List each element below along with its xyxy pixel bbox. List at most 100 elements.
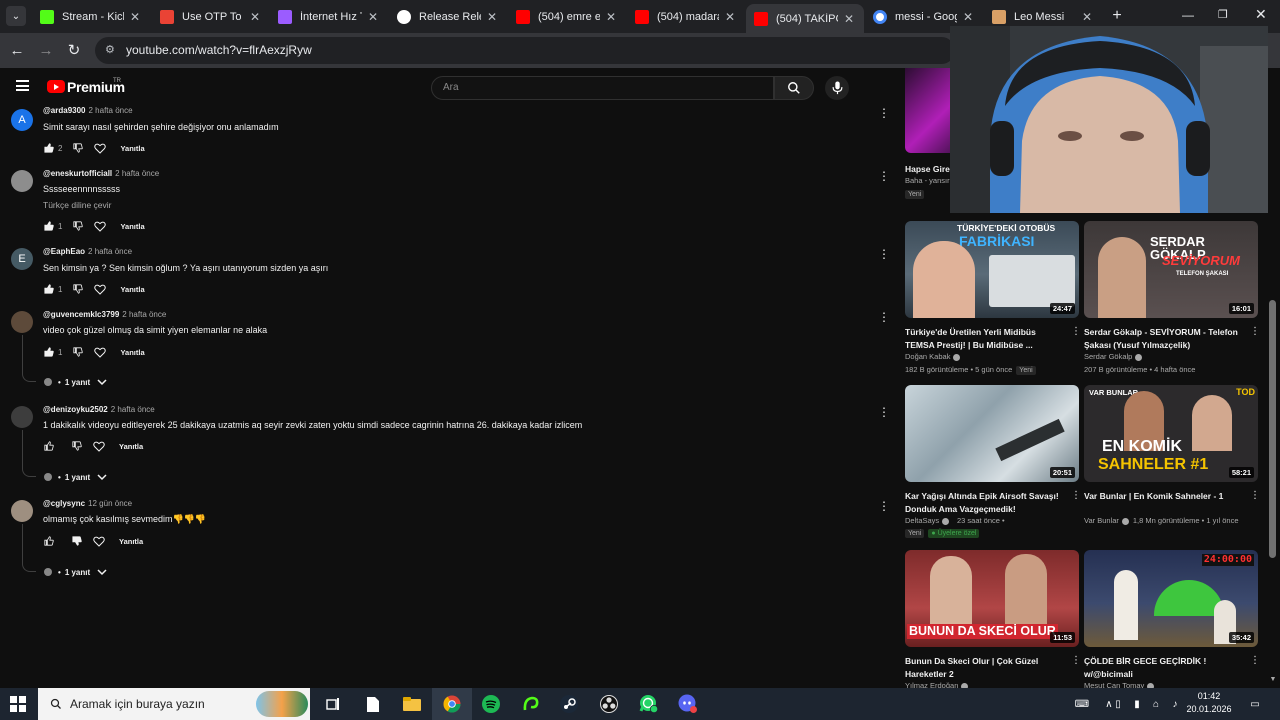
- recommended-video[interactable]: 20:51 Kar Yağışı Altında Epik Airsoft Sav…: [905, 385, 1081, 538]
- comment-options-icon[interactable]: ⋮: [878, 169, 890, 183]
- network-icon[interactable]: ⌂: [1148, 697, 1164, 711]
- notification-icon[interactable]: ▭: [1246, 697, 1264, 711]
- comment-time[interactable]: 2 hafta önce: [122, 310, 166, 319]
- reload-button[interactable]: ↻: [63, 40, 85, 62]
- dislike-icon[interactable]: [72, 283, 84, 295]
- comment-time[interactable]: 2 hafta önce: [111, 405, 155, 414]
- like-icon[interactable]: [43, 283, 55, 295]
- tab-close-icon[interactable]: ✕: [961, 10, 975, 24]
- youtube-logo-icon[interactable]: [47, 80, 65, 93]
- comment-author[interactable]: @cglysync: [43, 499, 85, 508]
- channel-name[interactable]: Baha - yansır: [905, 176, 950, 185]
- video-title[interactable]: Kar Yağışı Altında Epik Airsoft Savaşı! …: [905, 490, 1063, 515]
- translate-link[interactable]: Türkçe diline çevir: [43, 200, 112, 210]
- video-thumbnail[interactable]: VAR BUNLAR TOD EN KOMİK SAHNELER #1 58:21: [1084, 385, 1258, 482]
- video-options-icon[interactable]: ⋮: [1071, 490, 1081, 501]
- recommended-video[interactable]: TÜRKİYE'DEKİ OTOBÜS FABRİKASI 24:47 Türkiye…: [905, 221, 1081, 375]
- heart-icon[interactable]: [93, 440, 105, 452]
- avatar[interactable]: A: [11, 109, 33, 131]
- tray-icons[interactable]: ∧ ▯: [1098, 697, 1128, 711]
- avatar[interactable]: [11, 170, 33, 192]
- video-thumbnail[interactable]: BUNUN DA SKECİ OLUR 11:53: [905, 550, 1079, 647]
- scroll-down-arrow-icon[interactable]: ▼: [1268, 676, 1278, 684]
- like-icon[interactable]: [43, 346, 55, 358]
- video-thumbnail[interactable]: TÜRKİYE'DEKİ OTOBÜS FABRİKASI 24:47: [905, 221, 1079, 318]
- recommended-video[interactable]: VAR BUNLAR TOD EN KOMİK SAHNELER #1 58:21 Var…: [1084, 385, 1260, 525]
- channel-name[interactable]: Var Bunlar: [1084, 516, 1119, 525]
- search-button[interactable]: [774, 76, 814, 100]
- browser-tab[interactable]: (504) emre ekr ✕: [508, 4, 626, 30]
- tab-close-icon[interactable]: ✕: [604, 10, 618, 24]
- replies-toggle[interactable]: • 1 yanıt: [42, 375, 108, 389]
- avatar[interactable]: E: [11, 248, 33, 270]
- volume-icon[interactable]: ♪: [1167, 697, 1183, 711]
- comment-options-icon[interactable]: ⋮: [878, 405, 890, 419]
- heart-icon[interactable]: [93, 535, 105, 547]
- browser-tab[interactable]: Use OTP To Pr ✕: [152, 4, 270, 30]
- omnibox[interactable]: ⚙ youtube.com/watch?v=flrAexzjRyw: [95, 37, 955, 64]
- whatsapp-icon[interactable]: [638, 693, 660, 715]
- sidebar-scrollbar[interactable]: [1269, 300, 1276, 558]
- taskbar-clock[interactable]: 01:42 20.01.2026: [1186, 690, 1232, 716]
- back-button[interactable]: ←: [6, 40, 28, 62]
- video-title[interactable]: Bunun Da Skeci Olur | Çok Güzel Hareketl…: [905, 655, 1063, 680]
- comment-author[interactable]: @denizoyku2502: [43, 405, 108, 414]
- video-options-icon[interactable]: ⋮: [1250, 490, 1260, 501]
- channel-name[interactable]: Serdar Gökalp: [1084, 352, 1132, 361]
- avatar[interactable]: [11, 500, 33, 522]
- tab-close-icon[interactable]: ✕: [366, 10, 380, 24]
- recommended-video[interactable]: BUNUN DA SKECİ OLUR 11:53 Bunun Da Skeci O…: [905, 550, 1081, 688]
- video-title[interactable]: Var Bunlar | En Komik Sahneler - 1: [1084, 490, 1242, 503]
- comment-time[interactable]: 2 hafta önce: [88, 247, 132, 256]
- browser-tab[interactable]: (504) madara ✕: [627, 4, 745, 30]
- reply-button[interactable]: Yanıtla: [119, 442, 143, 451]
- obs-icon[interactable]: [598, 693, 620, 715]
- tab-close-icon[interactable]: ✕: [1080, 10, 1094, 24]
- video-thumbnail[interactable]: 20:51: [905, 385, 1079, 482]
- new-tab-button[interactable]: +: [1107, 5, 1127, 27]
- tab-close-icon[interactable]: ✕: [128, 10, 142, 24]
- channel-name[interactable]: Yılmaz Erdoğan: [905, 681, 958, 688]
- video-title[interactable]: Türkiye'de Üretilen Yerli Midibüs TEMSA …: [905, 326, 1063, 351]
- file-explorer-icon[interactable]: [401, 693, 423, 715]
- like-icon[interactable]: [43, 142, 55, 154]
- kick-app-icon[interactable]: [520, 693, 542, 715]
- video-title[interactable]: ÇÖLDE BİR GECE GEÇİRDİK ! w/@bicimali: [1084, 655, 1242, 680]
- comment-author[interactable]: @arda9300: [43, 106, 86, 115]
- windows-start-icon[interactable]: [10, 696, 26, 712]
- steam-icon[interactable]: [558, 693, 580, 715]
- browser-tab[interactable]: İnternet Hız Te ✕: [270, 4, 388, 30]
- channel-name[interactable]: Mesut Can Tomay: [1084, 681, 1144, 688]
- replies-toggle[interactable]: • 1 yanıt: [42, 565, 108, 579]
- channel-name[interactable]: Doğan Kabak: [905, 352, 950, 361]
- like-icon[interactable]: [43, 535, 55, 547]
- browser-tab[interactable]: Release Releas ✕: [389, 4, 507, 30]
- chrome-icon[interactable]: [441, 693, 463, 715]
- taskbar-search-box[interactable]: Aramak için buraya yazın: [38, 688, 310, 720]
- reply-button[interactable]: Yanıtla: [120, 285, 144, 294]
- task-view-icon[interactable]: [322, 693, 344, 715]
- browser-tab[interactable]: (504) TAKİPÇİN ✕: [746, 4, 864, 33]
- channel-name[interactable]: DeltaSays: [905, 516, 939, 525]
- microphone-tray-icon[interactable]: ▮: [1131, 697, 1143, 711]
- video-options-icon[interactable]: ⋮: [1071, 326, 1081, 337]
- avatar[interactable]: [11, 406, 33, 428]
- dislike-icon[interactable]: [72, 142, 84, 154]
- comment-options-icon[interactable]: ⋮: [878, 310, 890, 324]
- menu-icon[interactable]: [16, 80, 29, 91]
- comment-options-icon[interactable]: ⋮: [878, 106, 890, 120]
- recommended-video[interactable]: 24:00:00 35:42 ÇÖLDE BİR GECE GEÇİRDİK ! w…: [1084, 550, 1260, 688]
- video-options-icon[interactable]: ⋮: [1250, 655, 1260, 666]
- comment-options-icon[interactable]: ⋮: [878, 247, 890, 261]
- minimize-icon[interactable]: —: [1182, 8, 1194, 22]
- heart-icon[interactable]: [94, 220, 107, 232]
- tab-close-icon[interactable]: ✕: [723, 10, 737, 24]
- comment-time[interactable]: 12 gün önce: [88, 499, 132, 508]
- heart-icon[interactable]: [94, 142, 107, 154]
- tab-close-icon[interactable]: ✕: [248, 10, 262, 24]
- forward-button[interactable]: →: [35, 40, 57, 62]
- comment-options-icon[interactable]: ⋮: [878, 499, 890, 513]
- dislike-icon[interactable]: [71, 440, 83, 452]
- restore-icon[interactable]: ❐: [1218, 8, 1228, 21]
- reply-button[interactable]: Yanıtla: [120, 144, 144, 153]
